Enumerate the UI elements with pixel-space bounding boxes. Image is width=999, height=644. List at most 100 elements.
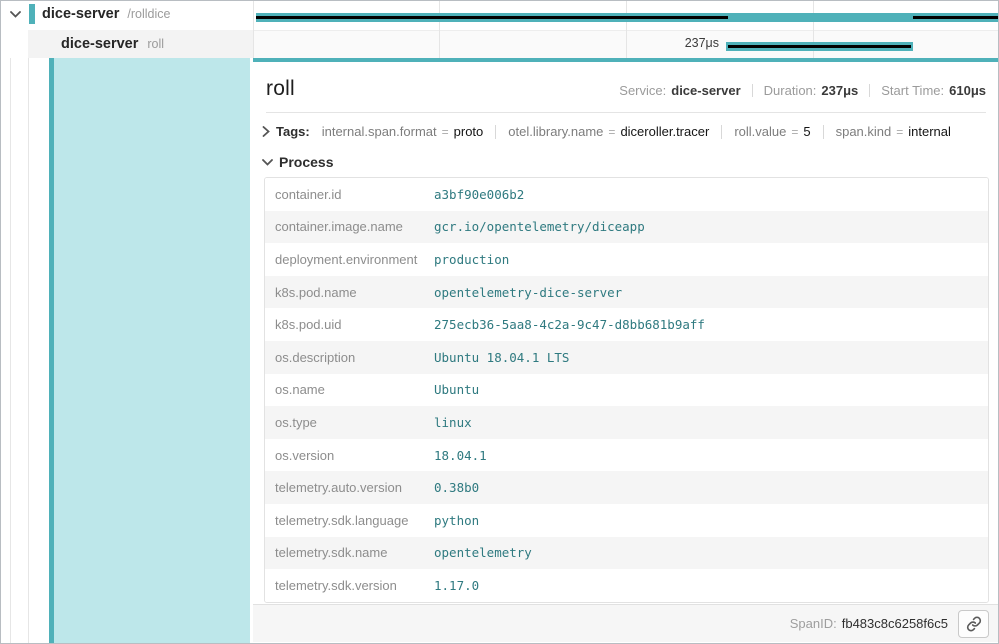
process-key: deployment.environment <box>265 252 434 267</box>
process-row: os.typelinux <box>265 406 988 439</box>
process-row: os.nameUbuntu <box>265 374 988 407</box>
equals-sign: = <box>608 125 615 139</box>
process-key: os.type <box>265 415 434 430</box>
tag-key: roll.value <box>734 124 786 139</box>
process-row: telemetry.sdk.languagepython <box>265 504 988 537</box>
collapse-chevron-icon[interactable] <box>8 9 23 20</box>
tag-separator <box>823 125 824 139</box>
stat-separator <box>752 84 753 97</box>
process-value: linux <box>434 415 472 430</box>
stat-label: Duration: <box>764 83 817 98</box>
spanid-value: fb483c8c6258f6c5 <box>842 616 948 631</box>
process-value: gcr.io/opentelemetry/diceapp <box>434 219 645 234</box>
process-row: deployment.environmentproduction <box>265 243 988 276</box>
span-bar-roll[interactable] <box>726 42 913 51</box>
indent-guide <box>10 30 11 643</box>
process-row: container.ida3bf90e006b2 <box>265 178 988 211</box>
process-key: k8s.pod.name <box>265 285 434 300</box>
process-row: k8s.pod.nameopentelemetry-dice-server <box>265 276 988 309</box>
timeline-column-divider <box>253 1 254 58</box>
chevron-right-icon[interactable] <box>262 126 270 137</box>
process-row: k8s.pod.uid275ecb36-5aa8-4c2a-9c47-d8bb6… <box>265 308 988 341</box>
tag-key: span.kind <box>836 124 892 139</box>
span-detail-panel: roll Service: dice-server Duration: 237μs St… <box>253 58 998 643</box>
tags-list: internal.span.format = proto otel.library.n… <box>310 124 951 139</box>
process-row: os.version18.04.1 <box>265 439 988 472</box>
trace-detail-window: dice-server /rolldice dice-server roll 2… <box>0 0 999 644</box>
process-key: k8s.pod.uid <box>265 317 434 332</box>
process-label: Process <box>279 154 333 170</box>
tag-value: internal <box>908 124 951 139</box>
tag-separator <box>721 125 722 139</box>
service-color-swatch <box>29 4 35 24</box>
process-row: os.descriptionUbuntu 18.04.1 LTS <box>265 341 988 374</box>
process-value: 275ecb36-5aa8-4c2a-9c47-d8bb681b9aff <box>434 317 705 332</box>
process-key: telemetry.sdk.version <box>265 578 434 593</box>
service-name: dice-server <box>61 36 138 52</box>
stat-separator <box>869 84 870 97</box>
service-name: dice-server <box>42 6 119 22</box>
process-section-header[interactable]: Process <box>262 154 998 170</box>
stat-value: 610μs <box>949 83 986 98</box>
process-attributes-table: container.ida3bf90e006b2container.image.… <box>264 177 989 603</box>
chevron-down-icon[interactable] <box>262 159 273 166</box>
stat-label: Service: <box>619 83 666 98</box>
process-value: 1.17.0 <box>434 578 479 593</box>
process-value: 0.38b0 <box>434 480 479 495</box>
span-bar-rolldice[interactable] <box>256 13 999 22</box>
span-bar-self-time-segment <box>256 16 728 19</box>
operation-name: /rolldice <box>127 7 170 21</box>
process-key: os.name <box>265 382 434 397</box>
tag-item: span.kind = internal <box>836 124 951 139</box>
process-key: os.version <box>265 448 434 463</box>
process-value: Ubuntu <box>434 382 479 397</box>
tag-key: otel.library.name <box>508 124 603 139</box>
process-value: opentelemetry <box>434 545 532 560</box>
tag-separator <box>495 125 496 139</box>
process-value: python <box>434 513 479 528</box>
tag-value: diceroller.tracer <box>620 124 709 139</box>
indent-guide <box>28 30 29 643</box>
tag-key: internal.span.format <box>322 124 437 139</box>
stat-label: Start Time: <box>881 83 944 98</box>
process-row: container.image.namegcr.io/opentelemetry… <box>265 211 988 244</box>
process-key: container.id <box>265 187 434 202</box>
process-key: telemetry.sdk.language <box>265 513 434 528</box>
span-row-roll[interactable]: dice-server roll <box>1 30 253 58</box>
timeline-gridline-25 <box>439 1 440 58</box>
process-row: telemetry.sdk.version1.17.0 <box>265 569 988 602</box>
tag-value: 5 <box>803 124 810 139</box>
tag-item: internal.span.format = proto <box>322 124 484 139</box>
span-bar-self-time-segment <box>728 45 911 48</box>
process-key: telemetry.sdk.name <box>265 545 434 560</box>
selected-span-rail <box>1 58 253 643</box>
tags-label: Tags: <box>276 124 310 139</box>
tag-value: proto <box>454 124 484 139</box>
tag-item: otel.library.name = diceroller.tracer <box>508 124 709 139</box>
operation-name: roll <box>147 37 164 51</box>
equals-sign: = <box>896 125 903 139</box>
stat-value: dice-server <box>671 83 740 98</box>
equals-sign: = <box>442 125 449 139</box>
stat-value: 237μs <box>821 83 858 98</box>
process-key: telemetry.auto.version <box>265 480 434 495</box>
span-detail-header: roll Service: dice-server Duration: 237μs St… <box>266 77 986 113</box>
span-title: roll <box>266 77 295 101</box>
process-value: opentelemetry-dice-server <box>434 285 622 300</box>
process-row: telemetry.auto.version0.38b0 <box>265 471 988 504</box>
tag-item: roll.value=5 <box>734 124 810 139</box>
link-icon <box>966 616 982 632</box>
process-key: os.description <box>265 350 434 365</box>
process-value: production <box>434 252 509 267</box>
span-detail-footer: SpanID: fb483c8c6258f6c5 <box>253 604 998 642</box>
process-value: Ubuntu 18.04.1 LTS <box>434 350 569 365</box>
tags-section-header[interactable]: Tags: internal.span.format = proto otel.lib… <box>262 124 986 139</box>
span-duration-label: 237μs <box>581 36 719 50</box>
span-row-rolldice[interactable]: dice-server /rolldice <box>1 1 253 27</box>
spanid-label: SpanID: <box>790 616 837 631</box>
span-overview-stats: Service: dice-server Duration: 237μs Start T… <box>619 83 986 98</box>
process-value: a3bf90e006b2 <box>434 187 524 202</box>
span-color-stripe <box>49 31 54 643</box>
deep-link-button[interactable] <box>958 610 989 638</box>
process-key: container.image.name <box>265 219 434 234</box>
